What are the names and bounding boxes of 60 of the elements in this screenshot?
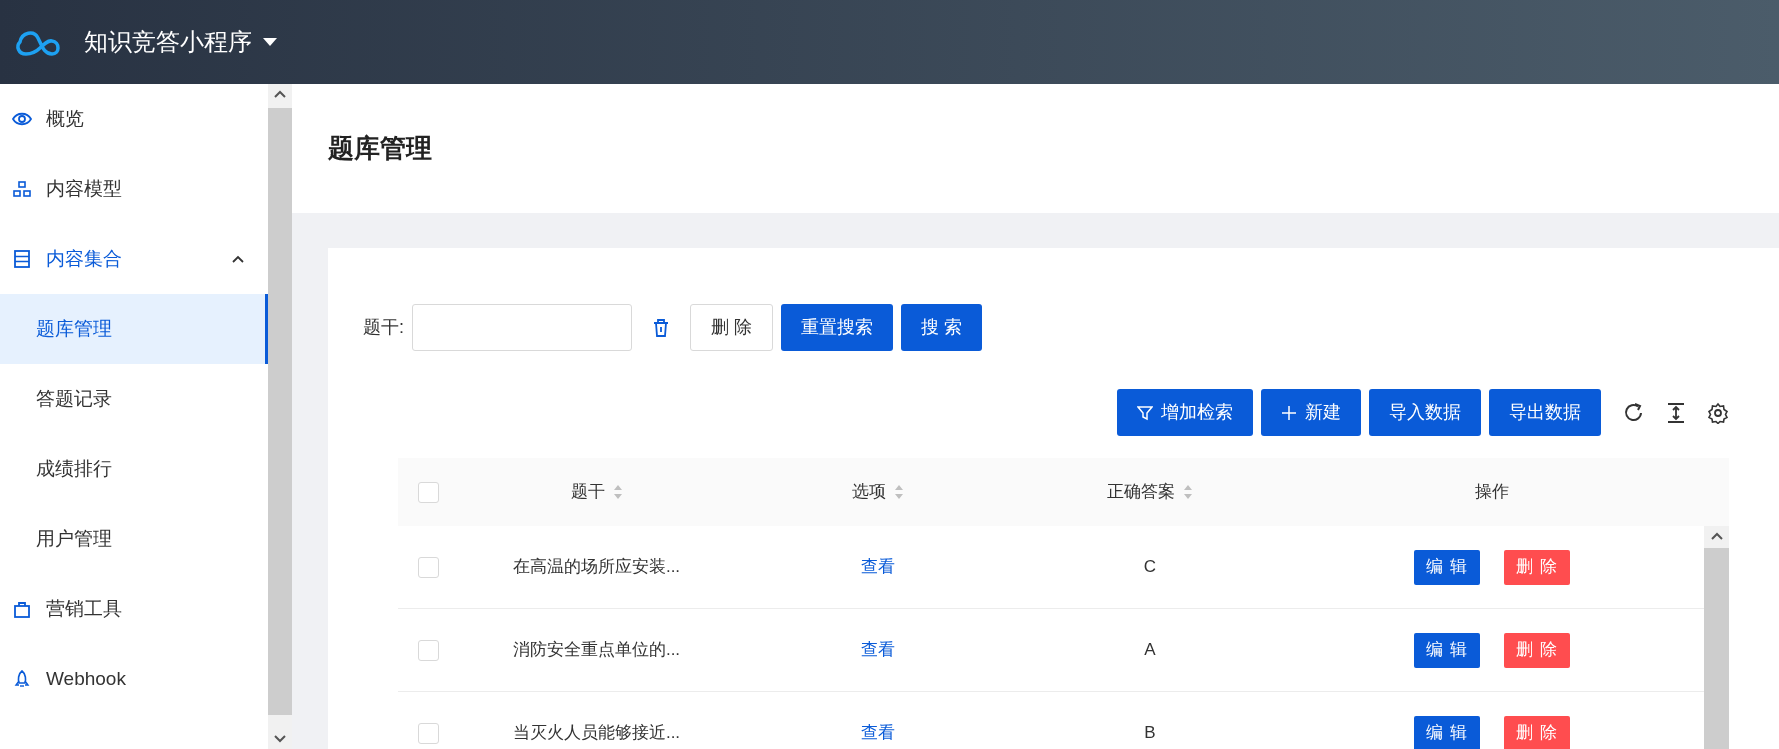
plus-icon [1281, 404, 1297, 421]
shopping-bag-icon [12, 599, 32, 619]
table-cell: A [1144, 640, 1156, 660]
toolbar-button[interactable]: 导出数据 [1489, 389, 1601, 436]
field-label: 题干: [363, 316, 404, 339]
column-header[interactable]: 题干 [570, 479, 605, 505]
edit-button[interactable]: 编 辑 [1414, 632, 1480, 668]
edit-button[interactable]: 编 辑 [1414, 715, 1480, 749]
search-button[interactable]: 删 除 [690, 304, 774, 351]
row-checkbox[interactable] [417, 639, 439, 661]
sidebar-item[interactable]: 内容集合 [0, 224, 268, 294]
view-link[interactable]: 查看 [860, 640, 895, 660]
sidebar-item[interactable]: 答题记录 [0, 364, 268, 434]
scrollbar-thumb[interactable] [1704, 548, 1729, 749]
toolbar-button[interactable]: 增加检索 [1117, 389, 1253, 436]
toolbar-button[interactable]: 导入数据 [1369, 389, 1481, 436]
database-icon [12, 249, 32, 269]
table-cell: 消防安全重点单位的... [512, 640, 681, 660]
settings-icon[interactable] [1707, 401, 1729, 424]
delete-button[interactable]: 删 除 [1504, 549, 1570, 585]
row-checkbox[interactable] [417, 556, 439, 578]
column-header[interactable]: 正确答案 [1107, 479, 1175, 505]
toolbar-button[interactable]: 新建 [1261, 389, 1361, 436]
sort-icon[interactable] [893, 484, 904, 500]
scrollbar-thumb[interactable] [268, 108, 292, 715]
sort-icon[interactable] [1183, 484, 1193, 500]
select-all-checkbox[interactable] [417, 481, 439, 503]
rocket-icon [12, 669, 32, 689]
caret-down-icon[interactable] [262, 37, 278, 47]
sidebar-item[interactable]: 用户管理 [0, 504, 268, 574]
sidebar-item[interactable]: 题库管理 [0, 294, 268, 364]
column-header: 操作 [1475, 481, 1509, 504]
view-link[interactable]: 查看 [860, 557, 895, 577]
delete-button[interactable]: 删 除 [1504, 632, 1570, 668]
table-cell: C [1143, 557, 1157, 577]
chevron-up-icon [232, 255, 244, 263]
refresh-icon[interactable] [1623, 401, 1645, 424]
filter-icon [1137, 404, 1153, 421]
search-button[interactable]: 重置搜索 [781, 304, 894, 351]
column-header[interactable]: 选项 [851, 479, 886, 505]
row-height-icon[interactable] [1665, 401, 1687, 424]
view-link[interactable]: 查看 [860, 723, 895, 743]
page-title: 题库管理 [328, 132, 432, 165]
sidebar-item[interactable]: 概览 [0, 84, 268, 154]
table-cell: 在高温的场所应安装... [512, 557, 681, 577]
table-cell: 当灭火人员能够接近... [512, 723, 681, 743]
hierarchy-icon [12, 179, 32, 199]
edit-button[interactable]: 编 辑 [1414, 549, 1480, 585]
table-cell: B [1144, 723, 1156, 743]
trash-icon[interactable] [652, 317, 670, 338]
sidebar-item[interactable]: 成绩排行 [0, 434, 268, 504]
search-field[interactable] [412, 304, 632, 351]
delete-button[interactable]: 删 除 [1504, 715, 1570, 749]
app-title[interactable]: 知识竞答小程序 [84, 24, 252, 60]
sort-icon[interactable] [612, 484, 623, 500]
row-checkbox[interactable] [417, 722, 439, 744]
sidebar-item[interactable]: 内容模型 [0, 154, 268, 224]
search-button[interactable]: 搜 索 [901, 304, 983, 351]
sidebar-item[interactable]: 营销工具 [0, 574, 268, 644]
sidebar-item[interactable]: Webhook [0, 644, 268, 714]
